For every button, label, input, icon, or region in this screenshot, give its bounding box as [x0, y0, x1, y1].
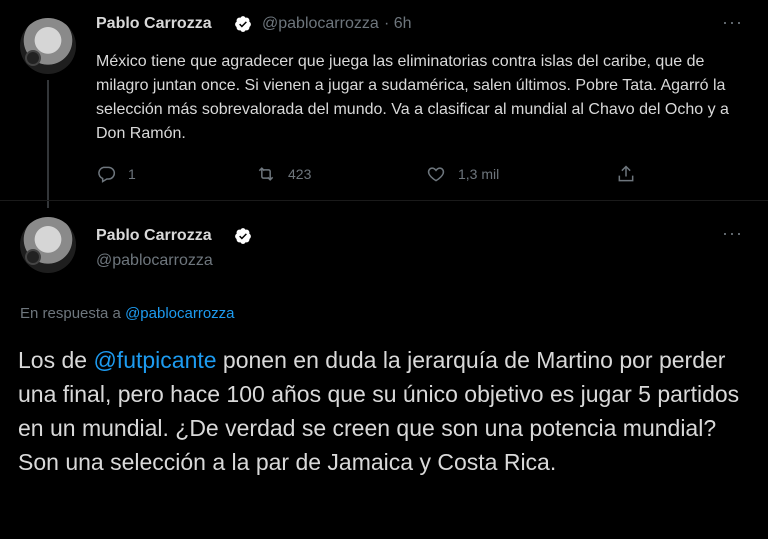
reply-context: En respuesta a @pablocarrozza	[20, 305, 235, 322]
timestamp[interactable]: · 6h	[384, 15, 412, 33]
thread-connector	[47, 80, 49, 208]
reply-prefix: En respuesta a	[20, 305, 126, 322]
tweet-text: Los de @futpicante ponen en duda la jera…	[18, 343, 758, 479]
action-bar: 1 423 1,3 mil	[96, 164, 656, 186]
avatar[interactable]	[20, 217, 76, 273]
retweet-button[interactable]: 423	[256, 164, 311, 184]
verified-badge-icon	[235, 228, 251, 244]
share-button[interactable]	[616, 164, 636, 184]
tweet-main[interactable]: Pablo Carrozza @pablocarrozza ··· En res…	[0, 200, 768, 539]
reply-count: 1	[128, 166, 136, 182]
verified-badge-icon	[235, 16, 251, 32]
mention-link[interactable]: @futpicante	[93, 347, 216, 373]
retweet-count: 423	[288, 166, 312, 182]
more-icon[interactable]: ···	[722, 223, 743, 244]
retweet-icon	[258, 167, 274, 181]
microphone-shape	[25, 50, 41, 66]
author-name[interactable]: Pablo Carrozza	[96, 227, 212, 245]
share-icon	[618, 165, 634, 182]
reply-icon	[98, 166, 116, 183]
author-name[interactable]: Pablo Carrozza	[96, 15, 212, 33]
text-before: Los de	[18, 347, 94, 373]
tweet-original[interactable]: Pablo Carrozza @pablocarrozza · 6h ··· M…	[0, 0, 768, 208]
author-handle[interactable]: @pablocarrozza	[262, 15, 379, 33]
reply-handle-link[interactable]: @pablocarrozza	[125, 305, 234, 322]
microphone-shape	[25, 249, 41, 265]
author-handle[interactable]: @pablocarrozza	[96, 252, 213, 270]
like-icon	[427, 167, 445, 182]
like-count: 1,3 mil	[458, 166, 500, 182]
reply-button[interactable]: 1	[96, 164, 136, 184]
more-icon[interactable]: ···	[722, 12, 743, 33]
tweet-text: México tiene que agradecer que juega las…	[96, 53, 729, 142]
avatar[interactable]	[20, 18, 76, 74]
like-button[interactable]: 1,3 mil	[426, 164, 499, 184]
